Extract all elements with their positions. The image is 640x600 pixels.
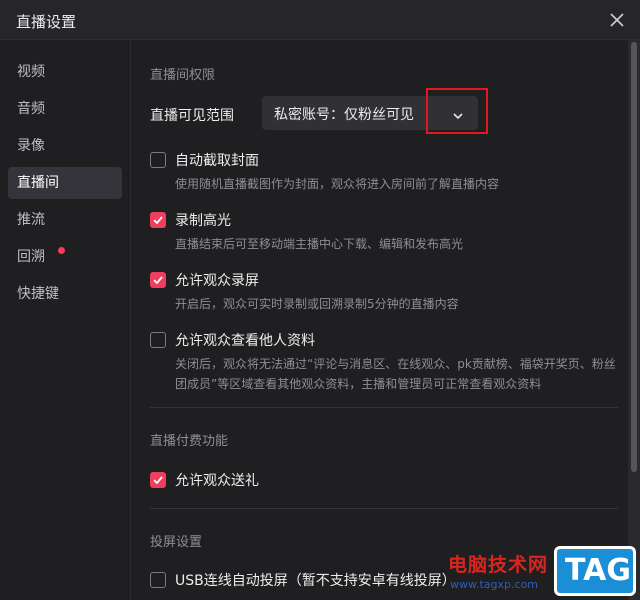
sidebar-item-replay[interactable]: 回溯: [8, 241, 122, 273]
watermark-url: www.tagxp.com: [450, 578, 538, 591]
close-icon[interactable]: [608, 11, 626, 29]
section-title-permissions: 直播间权限: [150, 68, 216, 83]
scrollbar-thumb[interactable]: [631, 42, 637, 472]
section-title-cast: 投屏设置: [150, 535, 203, 550]
notification-dot: [58, 247, 65, 254]
window-title: 直播设置: [16, 13, 77, 31]
highlight-box: [426, 88, 488, 134]
option-label: 录制高光: [175, 213, 231, 229]
option-label: 允许观众送礼: [175, 473, 259, 489]
visibility-select-value: 私密账号：仅粉丝可见: [274, 107, 414, 123]
sidebar-item-streaming[interactable]: 推流: [8, 204, 122, 236]
watermark-title: 电脑技术网: [448, 554, 549, 576]
visibility-label: 直播可见范围: [150, 108, 234, 124]
sidebar-item-shortcuts[interactable]: 快捷键: [8, 278, 122, 310]
sidebar-item-audio[interactable]: 音频: [8, 93, 122, 125]
divider: [150, 407, 618, 408]
option-label: 允许观众查看他人资料: [175, 333, 315, 349]
checkbox-highlight[interactable]: [150, 212, 166, 228]
sidebar-item-live-room[interactable]: 直播间: [8, 167, 122, 199]
option-description: 使用随机直播截图作为封面，观众将进入房间前了解直播内容: [175, 177, 500, 191]
checkbox-usb-cast[interactable]: [150, 572, 166, 588]
option-description: 关闭后，观众将无法通过“评论与消息区、在线观众、pk贡献榜、福袋开奖页、粉丝团成…: [175, 357, 616, 391]
option-label: USB连线自动投屏（暂不支持安卓有线投屏）: [175, 573, 456, 589]
option-label: 自动截取封面: [175, 153, 259, 169]
divider: [150, 508, 618, 509]
checkbox-gift[interactable]: [150, 472, 166, 488]
option-label: 允许观众录屏: [175, 273, 259, 289]
checkbox-view-profiles[interactable]: [150, 332, 166, 348]
sidebar-item-recording[interactable]: 录像: [8, 130, 122, 162]
checkbox-screen-record[interactable]: [150, 272, 166, 288]
checkbox-auto-cover[interactable]: [150, 152, 166, 168]
settings-panel: 直播间权限 直播可见范围 私密账号：仅粉丝可见 自动截取封面 使用随机直播截图作…: [132, 40, 628, 600]
option-description: 直播结束后可至移动端主播中心下载、编辑和发布高光: [175, 237, 464, 251]
watermark-badge: TAG: [554, 546, 636, 596]
sidebar-item-video[interactable]: 视频: [8, 56, 122, 88]
option-description: 开启后，观众可实时录制或回溯录制5分钟的直播内容: [175, 297, 459, 311]
sidebar: 视频 音频 录像 直播间 推流 回溯 快捷键: [0, 40, 131, 600]
title-bar: 直播设置: [0, 0, 640, 40]
section-title-paid: 直播付费功能: [150, 434, 229, 449]
watermark: 电脑技术网 www.tagxp.com TAG: [440, 546, 640, 600]
